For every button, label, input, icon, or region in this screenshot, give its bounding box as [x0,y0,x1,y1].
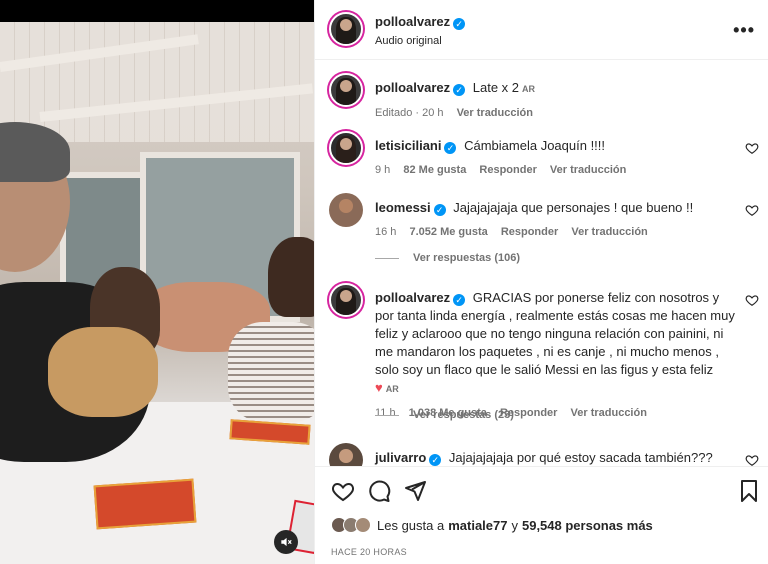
girl-striped-shirt [228,322,314,422]
post-photo [0,22,314,564]
more-icon[interactable]: ••• [733,20,755,41]
author-info: polloalvarez ✓ Audio original [375,13,466,47]
comments-list[interactable]: polloalvarez ✓ Late x 2 AR Editado · 20 h … [315,61,768,466]
comment-username[interactable]: julivarro [375,450,426,465]
heart-icon[interactable] [745,141,759,155]
verified-icon: ✓ [453,294,466,306]
avatar[interactable] [329,193,363,227]
reply-button[interactable]: Responder [479,164,536,176]
verified-icon: ✓ [453,84,466,96]
comment-text: Cámbiamela Joaquín !!!! [464,138,606,153]
comment-likes[interactable]: 7.052 Me gusta [409,226,487,238]
edited-time: Editado · 20 h [375,107,444,119]
mute-icon [281,537,292,547]
post-panel: polloalvarez ✓ Audio original ••• polloal… [314,0,768,564]
view-replies[interactable]: Ver respuestas (23) [375,409,514,421]
sticker-pack [93,478,197,530]
comment-likes[interactable]: 82 Me gusta [403,164,466,176]
comment-username[interactable]: letisiciliani [375,138,441,153]
girl-body [48,327,158,417]
caption-username[interactable]: polloalvarez [375,80,450,95]
verified-icon: ✓ [429,454,442,466]
heart-icon[interactable] [331,479,355,503]
heart-icon[interactable] [745,293,759,307]
comment-text: Jajajajajaja por qué estoy sacada tambié… [448,450,713,465]
translate-link[interactable]: Ver traducción [571,226,647,238]
share-icon[interactable] [403,479,427,503]
translate-link[interactable]: Ver traducción [457,107,533,119]
verified-icon: ✓ [444,142,457,154]
likes-count[interactable]: 59,548 personas más [522,518,653,533]
avatar[interactable] [329,131,363,165]
liker-username[interactable]: matiale77 [448,518,507,533]
avatar[interactable] [329,283,363,317]
comment-text: Jajajajajaja que personajes ! que bueno … [453,200,694,215]
caption-text: Late x 2 [472,80,520,95]
girl-hair [268,237,314,317]
comment-time: 16 h [375,226,397,238]
heart-icon[interactable] [745,453,759,466]
comment-username[interactable]: polloalvarez [375,290,450,305]
likes-middle: y [511,517,518,533]
translate-link[interactable]: Ver traducción [550,164,626,176]
post-header: polloalvarez ✓ Audio original ••• [315,0,768,60]
heart-icon[interactable] [745,203,759,217]
liker-avatars [331,517,371,533]
comment-username[interactable]: leomessi [375,200,431,215]
mute-button[interactable] [274,530,298,554]
view-replies[interactable]: Ver respuestas (106) [375,252,520,264]
author-username[interactable]: polloalvarez [375,14,450,29]
avatar [355,517,371,533]
comment-tag: AR [385,384,399,394]
post-actions: Les gusta a matiale77 y 59,548 personas … [315,466,768,564]
bookmark-icon[interactable] [737,479,761,503]
comment-icon[interactable] [367,479,391,503]
avatar[interactable] [329,73,363,107]
author-avatar[interactable] [329,12,363,46]
avatar[interactable] [329,443,363,466]
comment-time: 9 h [375,164,391,176]
post-media[interactable] [0,0,314,564]
verified-icon: ✓ [453,18,466,30]
likes-prefix: Les gusta a [377,517,445,533]
translate-link[interactable]: Ver traducción [571,407,647,419]
likes-summary: Les gusta a matiale77 y 59,548 personas … [331,517,653,533]
caption-tag: AR [522,84,536,94]
verified-icon: ✓ [433,204,446,216]
post-date[interactable]: HACE 20 HORAS [331,547,407,557]
reply-button[interactable]: Responder [501,226,558,238]
heart-emoji-icon: ♥ [375,380,383,395]
audio-label[interactable]: Audio original [375,35,465,47]
